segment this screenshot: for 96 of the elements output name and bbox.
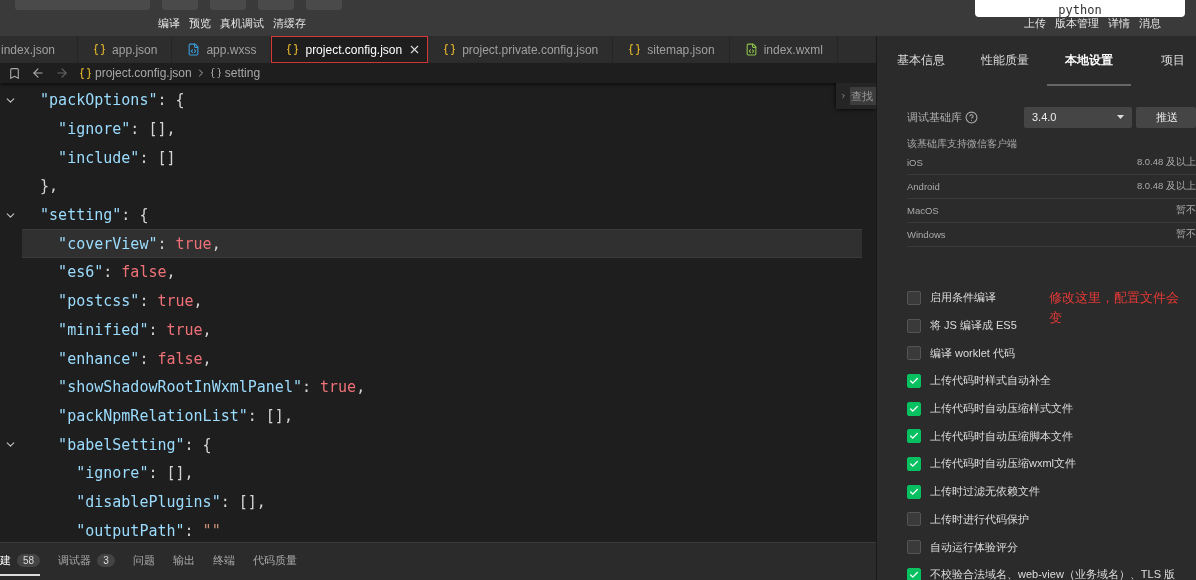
find-widget[interactable]: 查找 (836, 83, 876, 109)
checkbox[interactable] (907, 373, 921, 388)
bookmark-icon[interactable] (8, 66, 21, 80)
code-line: "ignore": [], (75, 463, 194, 485)
settings-tab[interactable]: 基本信息 (879, 36, 963, 86)
panel-tab[interactable]: 调试器 3 (58, 547, 115, 576)
toolbar-action[interactable]: 上传 (1024, 16, 1046, 31)
checkbox[interactable] (907, 484, 921, 499)
code-line: "outputPath": "" (75, 520, 221, 542)
toolbar-action[interactable]: 清缓存 (273, 16, 306, 31)
option-label: 上传时过滤无依赖文件 (930, 484, 1040, 500)
panel-tab[interactable]: 输出 (172, 547, 195, 576)
version-requirement: 暂不 (1176, 228, 1196, 241)
code-line: "packNpmRelationList": [], (57, 405, 293, 427)
code-line: "minified": true, (57, 319, 212, 341)
editor-tab[interactable]: project.config.json (271, 36, 429, 63)
breadcrumb-item[interactable]: setting (224, 66, 261, 80)
option-label: 上传代码时自动压缩脚本文件 (930, 428, 1073, 444)
code-line: "setting": { (39, 205, 149, 227)
checkbox[interactable] (907, 346, 921, 361)
braces-icon (628, 43, 642, 56)
code-line: "include": [] (57, 147, 176, 169)
caret-icon (1117, 115, 1124, 119)
back-icon[interactable] (31, 66, 45, 80)
code-line: "showShadowRootInWxmlPanel": true, (57, 377, 366, 399)
settings-tab[interactable]: 本地设置 (1047, 36, 1131, 86)
help-icon[interactable] (965, 110, 978, 124)
version-requirement: 8.0.48 及以上 (1136, 156, 1196, 169)
option-label: 上传代码时样式自动补全 (930, 373, 1051, 389)
panel-tab[interactable]: 代码质量 (252, 547, 297, 576)
toolbar-action[interactable]: 真机调试 (220, 16, 264, 31)
option-label: 上传代码时自动压缩样式文件 (930, 401, 1073, 417)
version-requirement: 暂不 (1176, 204, 1196, 217)
check-icon (909, 458, 919, 469)
checkbox[interactable] (907, 290, 921, 305)
breadcrumb-item[interactable]: project.config.json (95, 66, 192, 80)
option-label: 编译 worklet 代码 (930, 345, 1015, 361)
code-line: "enhance": false, (57, 348, 212, 370)
toolbar-action[interactable]: 版本管理 (1055, 16, 1099, 31)
option-label: 上传代码时自动压缩wxml文件 (930, 456, 1077, 472)
option-label: 上传时进行代码保护 (930, 511, 1029, 527)
support-title: 该基础库支持微信客户端 (907, 138, 1018, 151)
code-line: "es6": false, (57, 262, 176, 284)
platform-name: Windows (907, 229, 946, 240)
checkbox[interactable] (907, 512, 921, 527)
option-label: 将 JS 编译成 ES5 (930, 318, 1017, 334)
css-file-icon (187, 43, 201, 56)
push-button[interactable]: 推送 (1136, 106, 1196, 128)
check-icon (909, 375, 919, 386)
count-badge: 3 (97, 554, 115, 567)
check-icon (909, 403, 919, 414)
braces-icon (79, 66, 92, 80)
checkbox[interactable] (907, 318, 921, 333)
version-requirement: 8.0.48 及以上 (1136, 180, 1196, 193)
toolbar-action[interactable]: 编译 (158, 16, 180, 31)
panel-tab[interactable]: 终端 (212, 547, 235, 576)
code-line: "postcss": true, (57, 291, 203, 313)
toolbar-action[interactable]: 预览 (189, 16, 211, 31)
checkbox[interactable] (907, 567, 921, 580)
forward-icon[interactable] (55, 66, 69, 80)
code-line: "packOptions": { (39, 90, 185, 112)
toolbar-action[interactable]: 详情 (1108, 16, 1130, 31)
panel-tab[interactable]: 问题 (132, 547, 155, 576)
setting-label: 调试基础库 (907, 109, 962, 125)
option-label: 启用条件编译 (930, 290, 996, 306)
checkbox[interactable] (907, 401, 921, 416)
code-line: "babelSetting": { (57, 434, 212, 456)
braces-icon (209, 67, 222, 79)
option-label: 自动运行体验评分 (930, 539, 1018, 555)
platform-name: iOS (907, 157, 923, 168)
code-file-icon (744, 43, 758, 56)
checkbox[interactable] (907, 429, 921, 444)
checkbox[interactable] (907, 540, 921, 555)
braces-icon (443, 43, 457, 56)
annotation-text: 修改这里，配置文件会变 (1049, 289, 1180, 327)
braces-icon (93, 43, 107, 56)
version-dropdown[interactable]: 3.4.0 (1024, 106, 1132, 128)
code-line: "disablePlugins": [], (75, 491, 266, 513)
toolbar-action[interactable]: 消息 (1139, 16, 1161, 31)
popup-text: python (1058, 4, 1102, 17)
check-icon (909, 431, 919, 442)
find-input[interactable]: 查找 (850, 87, 876, 105)
check-icon (909, 486, 919, 497)
count-badge: 58 (17, 554, 41, 567)
checkbox[interactable] (907, 456, 921, 471)
panel-tab[interactable]: 建 58 (0, 547, 41, 576)
braces-icon (286, 43, 300, 56)
code-line: "ignore": [], (57, 119, 176, 141)
code-line: }, (39, 176, 59, 198)
settings-tab[interactable]: 性能质量 (963, 36, 1047, 86)
check-icon (909, 569, 919, 580)
platform-name: MacOS (907, 205, 939, 216)
editor-tab[interactable]: index.json (0, 36, 79, 63)
platform-name: Android (907, 181, 940, 192)
option-label: 不校验合法域名、web-view（业务域名）、TLS 版 (930, 567, 1176, 580)
settings-tab[interactable]: 项目 (1131, 36, 1196, 86)
